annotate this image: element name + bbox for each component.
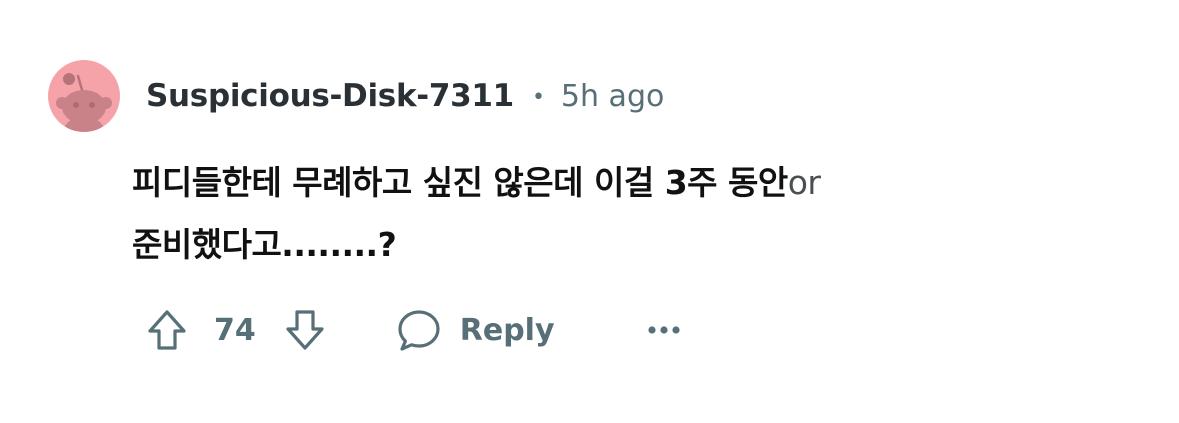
avatar-icon[interactable] (48, 60, 120, 132)
author-username[interactable]: Suspicious-Disk-7311 (146, 78, 514, 114)
comment: Suspicious-Disk-7311 • 5h ago 피디들한테 무례하고… (0, 0, 1179, 423)
more-options-button[interactable] (647, 324, 681, 336)
comment-actions: 74 Reply (144, 302, 681, 358)
vote-score: 74 (214, 312, 256, 348)
meta-separator: • (531, 84, 545, 110)
comment-body-trailing-text: or (787, 163, 821, 202)
speech-bubble-icon (398, 310, 440, 351)
comment-body-line-2: 준비했다고........? (132, 225, 397, 264)
upvote-button[interactable] (144, 307, 190, 353)
comment-meta: Suspicious-Disk-7311 • 5h ago (146, 74, 664, 118)
arrow-down-icon (286, 310, 324, 350)
ellipsis-icon (647, 326, 680, 334)
reply-label: Reply (459, 312, 555, 348)
arrow-up-icon (148, 310, 186, 350)
downvote-button[interactable] (282, 307, 328, 353)
timestamp: 5h ago (560, 78, 665, 114)
comment-body-line-1: 피디들한테 무례하고 싶진 않은데 이걸 3주 동안or (132, 152, 1052, 214)
reply-button[interactable]: Reply (396, 307, 555, 353)
comment-body: 피디들한테 무례하고 싶진 않은데 이걸 3주 동안or 준비했다고......… (132, 152, 1052, 276)
comment-body-text-1: 피디들한테 무례하고 싶진 않은데 이걸 3주 동안 (132, 163, 788, 202)
